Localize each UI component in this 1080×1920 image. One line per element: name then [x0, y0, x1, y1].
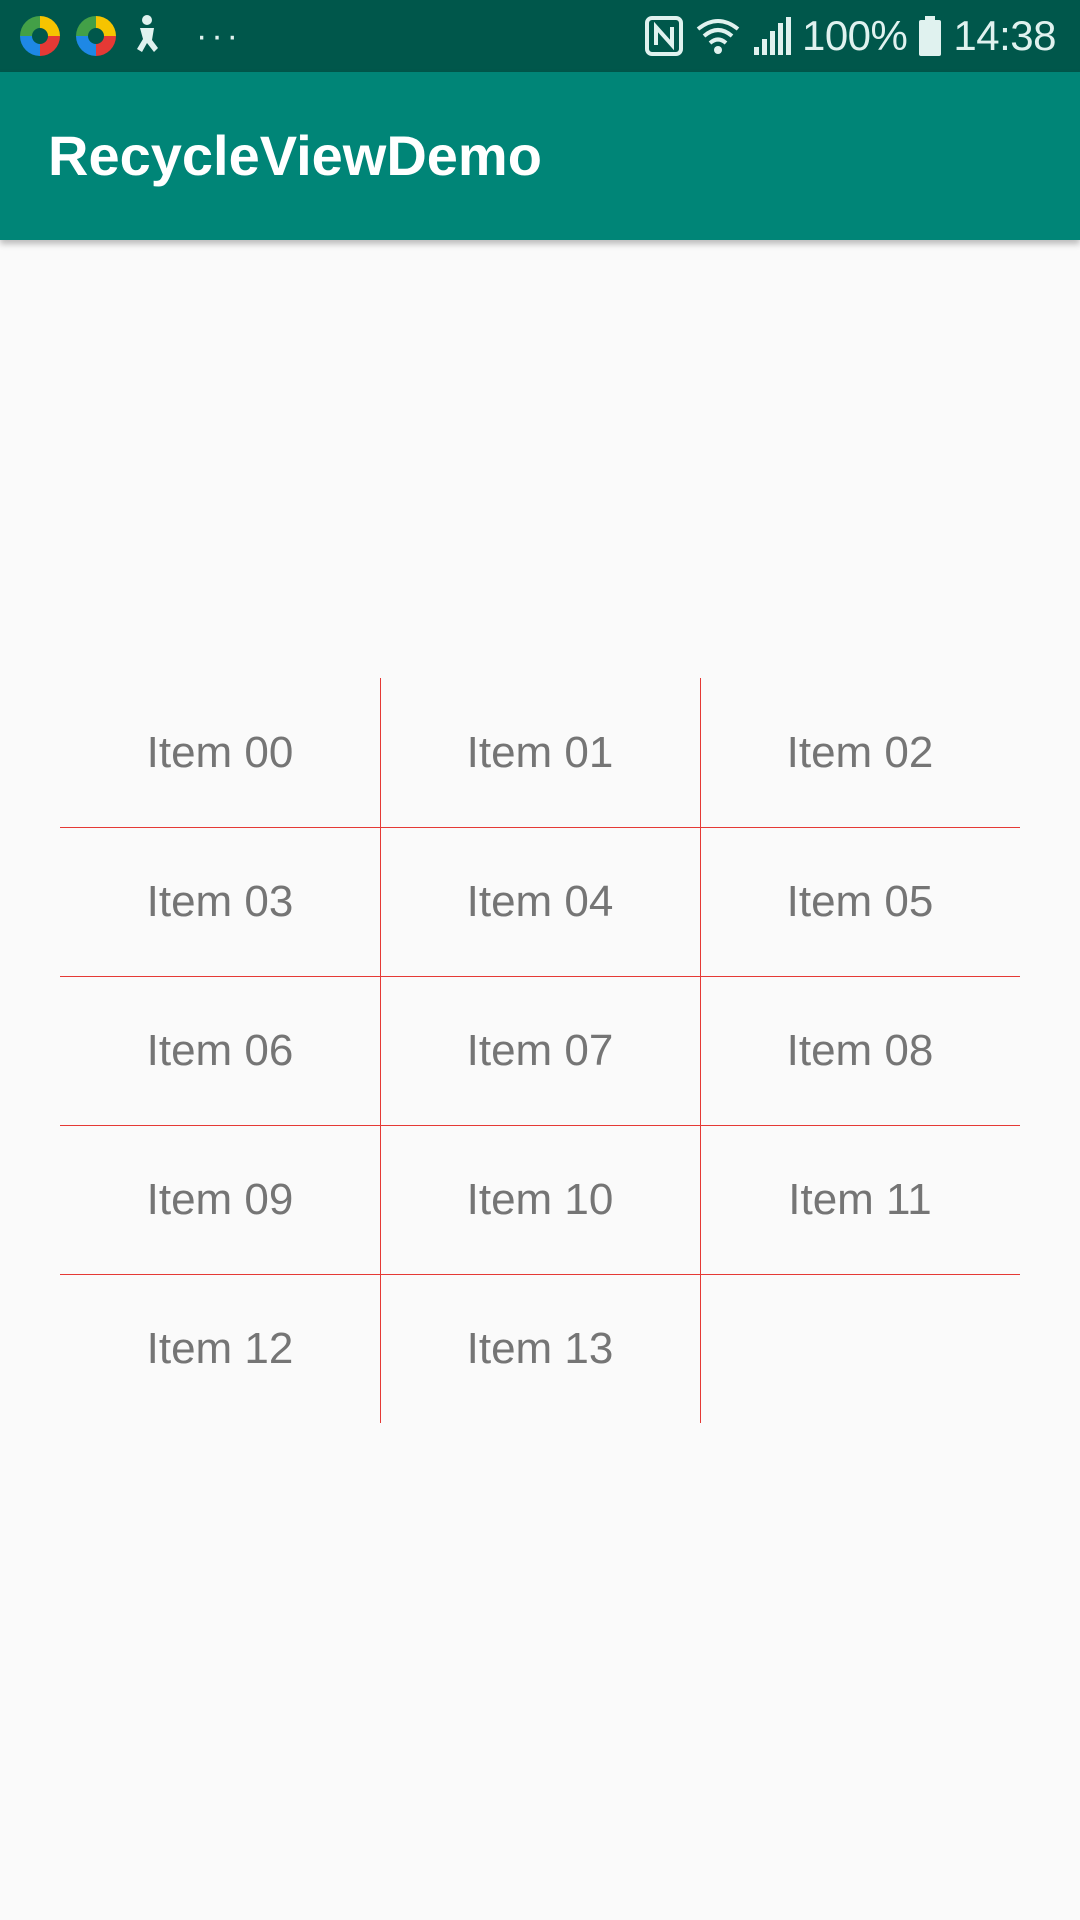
wifi-icon: [694, 15, 742, 57]
row-divider: [60, 1274, 1020, 1275]
more-notifications-indicator: ···: [196, 17, 242, 55]
grid-item[interactable]: Item 10: [380, 1125, 700, 1274]
grid-item[interactable]: Item 03: [60, 827, 380, 976]
grid-item[interactable]: Item 01: [380, 678, 700, 827]
battery-icon: [917, 14, 943, 58]
grid-item[interactable]: Item 02: [700, 678, 1020, 827]
grid-item[interactable]: Item 09: [60, 1125, 380, 1274]
app-bar: RecycleViewDemo: [0, 72, 1080, 240]
grid-item[interactable]: Item 11: [700, 1125, 1020, 1274]
column-divider: [700, 678, 701, 1423]
grid-item[interactable]: Item 06: [60, 976, 380, 1125]
grid-item[interactable]: Item 05: [700, 827, 1020, 976]
accessibility-icon: [130, 14, 164, 58]
row-divider: [60, 1125, 1020, 1126]
row-divider: [60, 976, 1020, 977]
multicolor-app-icon: [18, 14, 62, 58]
app-title: RecycleViewDemo: [48, 124, 542, 187]
grid-item[interactable]: Item 08: [700, 976, 1020, 1125]
grid-item[interactable]: Item 04: [380, 827, 700, 976]
grid-item[interactable]: Item 13: [380, 1274, 700, 1423]
battery-percentage: 100%: [801, 12, 908, 59]
status-bar-right: 100% 14:38: [644, 0, 1056, 72]
column-divider: [380, 678, 381, 1423]
status-bar-left: ···: [18, 0, 242, 72]
status-bar: ··· 100% 14:38: [0, 0, 1080, 72]
multicolor-app-icon: [74, 14, 118, 58]
recycler-grid[interactable]: Item 00 Item 01 Item 02 Item 03 Item 04 Item …: [60, 678, 1020, 1424]
status-time: 14:38: [953, 12, 1056, 59]
grid-item[interactable]: Item 00: [60, 678, 380, 827]
row-divider: [60, 827, 1020, 828]
grid-item[interactable]: Item 07: [380, 976, 700, 1125]
nfc-icon: [644, 15, 684, 57]
grid-item[interactable]: Item 12: [60, 1274, 380, 1423]
cell-signal-icon: [752, 15, 792, 57]
